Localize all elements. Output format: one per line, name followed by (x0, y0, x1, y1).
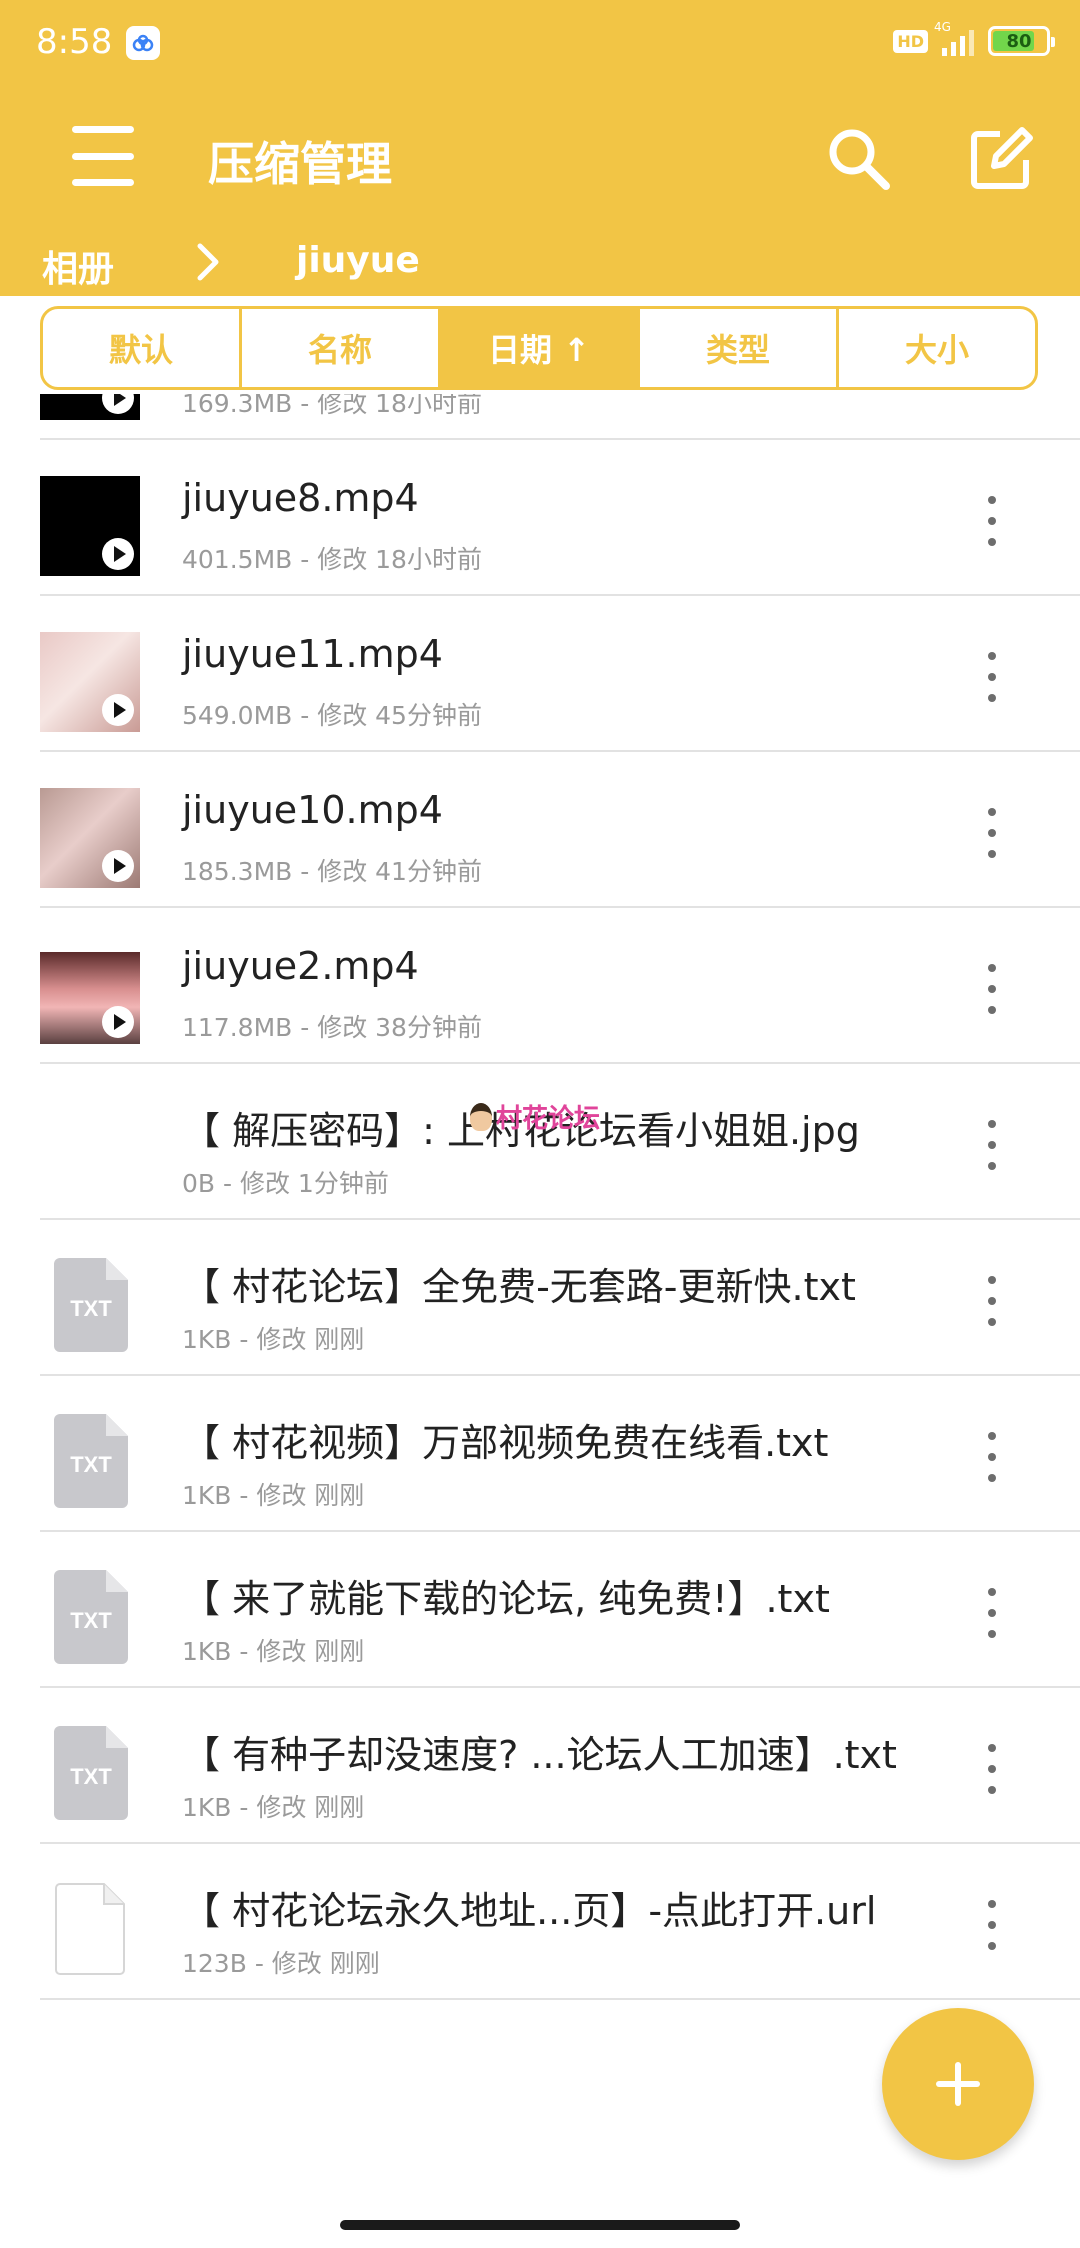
forum-watermark: 村花论坛 (470, 1098, 600, 1135)
home-indicator[interactable] (340, 2220, 740, 2230)
sort-tab-date[interactable]: 日期 ↑ (441, 309, 640, 387)
more-vert-icon[interactable] (986, 1744, 998, 1794)
more-vert-icon[interactable] (986, 1900, 998, 1950)
file-name: jiuyue8.mp4 (182, 476, 419, 520)
file-meta: 1KB - 修改 刚刚 (182, 1481, 365, 1510)
file-name: 【 村花论坛永久地址...页】-点此打开.url (182, 1889, 877, 1933)
hd-badge: HD (893, 29, 928, 53)
file-name: 【 村花视频】万部视频免费在线看.txt (182, 1421, 829, 1465)
more-vert-icon[interactable] (986, 808, 998, 858)
cloud-app-icon (126, 26, 160, 60)
file-meta: 123B - 修改 刚刚 (182, 1949, 380, 1978)
file-name: jiuyue2.mp4 (182, 944, 419, 988)
file-name: jiuyue10.mp4 (182, 788, 443, 832)
breadcrumb-root[interactable]: 相册 (42, 240, 114, 292)
file-meta: 401.5MB - 修改 18小时前 (182, 545, 482, 574)
play-icon (102, 1006, 134, 1038)
play-icon (102, 394, 134, 414)
watermark-text: 村花论坛 (496, 1104, 601, 1134)
status-indicators: HD 4G 80 (893, 20, 1055, 56)
file-name: jiuyue11.mp4 (182, 632, 443, 676)
generic-file-icon (54, 1882, 128, 1976)
txt-file-icon: TXT (54, 1726, 128, 1820)
search-icon[interactable] (824, 124, 894, 194)
file-meta: 117.8MB - 修改 38分钟前 (182, 1013, 482, 1042)
more-vert-icon[interactable] (986, 1276, 998, 1326)
more-vert-icon[interactable] (986, 652, 998, 702)
file-meta: 549.0MB - 修改 45分钟前 (182, 701, 482, 730)
video-thumbnail (40, 788, 140, 888)
txt-file-icon: TXT (54, 1258, 128, 1352)
network-type: 4G (934, 20, 951, 34)
play-icon (102, 850, 134, 882)
file-name: 【 有种子却没速度? ...论坛人工加速】.txt (182, 1733, 897, 1777)
menu-icon[interactable] (72, 126, 134, 186)
more-vert-icon[interactable] (986, 964, 998, 1014)
file-name: 【 来了就能下载的论坛, 纯免费!】.txt (182, 1577, 830, 1621)
sort-tab-type[interactable]: 类型 (640, 309, 839, 387)
battery-icon: 80 (988, 26, 1055, 56)
sort-tab-default[interactable]: 默认 (43, 309, 242, 387)
txt-label: TXT (70, 1296, 112, 1321)
avatar-icon (470, 1102, 492, 1131)
file-row[interactable]: jiuyue11.mp4 549.0MB - 修改 45分钟前 (40, 596, 1080, 752)
file-row[interactable]: 【 解压密码】: 上村花论坛看小姐姐.jpg 0B - 修改 1分钟前 (40, 1064, 1080, 1220)
file-row[interactable]: 【 村花论坛永久地址...页】-点此打开.url 123B - 修改 刚刚 (40, 1844, 1080, 2000)
file-meta: 0B - 修改 1分钟前 (182, 1169, 389, 1198)
more-vert-icon[interactable] (986, 496, 998, 546)
file-row[interactable]: TXT 【 有种子却没速度? ...论坛人工加速】.txt 1KB - 修改 刚… (40, 1688, 1080, 1844)
edit-icon[interactable] (966, 124, 1036, 194)
file-row[interactable]: jiuyue2.mp4 117.8MB - 修改 38分钟前 (40, 908, 1080, 1064)
txt-label: TXT (70, 1608, 112, 1633)
video-thumbnail (40, 476, 140, 576)
battery-level: 80 (1006, 30, 1032, 52)
file-meta: 1KB - 修改 刚刚 (182, 1325, 365, 1354)
file-meta: 1KB - 修改 刚刚 (182, 1793, 365, 1822)
more-vert-icon[interactable] (986, 1588, 998, 1638)
file-list: 169.3MB - 修改 18小时前 jiuyue8.mp4 401.5MB -… (0, 394, 1080, 2044)
status-time: 8:58 (36, 22, 113, 62)
sort-tabs: 默认 名称 日期 ↑ 类型 大小 (40, 306, 1038, 390)
video-thumbnail (40, 632, 140, 732)
file-row[interactable]: TXT 【 村花视频】万部视频免费在线看.txt 1KB - 修改 刚刚 (40, 1376, 1080, 1532)
more-vert-icon[interactable] (986, 1432, 998, 1482)
file-row[interactable]: 169.3MB - 修改 18小时前 (40, 394, 1080, 440)
more-vert-icon[interactable] (986, 1120, 998, 1170)
txt-file-icon: TXT (54, 1570, 128, 1664)
file-meta: 1KB - 修改 刚刚 (182, 1637, 365, 1666)
file-meta: 169.3MB - 修改 18小时前 (182, 394, 482, 418)
file-name: 【 村花论坛】全免费-无套路-更新快.txt (182, 1265, 856, 1309)
breadcrumb-current[interactable]: jiuyue (296, 240, 420, 281)
app-header: 8:58 HD 4G 80 压缩管理 相册 jiuyue (0, 0, 1080, 296)
video-thumbnail (40, 394, 140, 420)
txt-label: TXT (70, 1452, 112, 1477)
file-row[interactable]: TXT 【 村花论坛】全免费-无套路-更新快.txt 1KB - 修改 刚刚 (40, 1220, 1080, 1376)
play-icon (102, 538, 134, 570)
file-row[interactable]: jiuyue8.mp4 401.5MB - 修改 18小时前 (40, 440, 1080, 596)
add-button[interactable] (882, 2008, 1034, 2160)
file-row[interactable]: jiuyue10.mp4 185.3MB - 修改 41分钟前 (40, 752, 1080, 908)
page-title: 压缩管理 (208, 137, 392, 191)
video-thumbnail (40, 952, 140, 1044)
signal-icon: 4G (934, 20, 974, 56)
file-row[interactable]: TXT 【 来了就能下载的论坛, 纯免费!】.txt 1KB - 修改 刚刚 (40, 1532, 1080, 1688)
sort-tab-name[interactable]: 名称 (242, 309, 441, 387)
breadcrumb: 相册 jiuyue (0, 236, 1080, 296)
play-icon (102, 694, 134, 726)
txt-label: TXT (70, 1764, 112, 1789)
chevron-right-icon (194, 236, 224, 286)
file-meta: 185.3MB - 修改 41分钟前 (182, 857, 482, 886)
txt-file-icon: TXT (54, 1414, 128, 1508)
sort-tab-size[interactable]: 大小 (839, 309, 1035, 387)
